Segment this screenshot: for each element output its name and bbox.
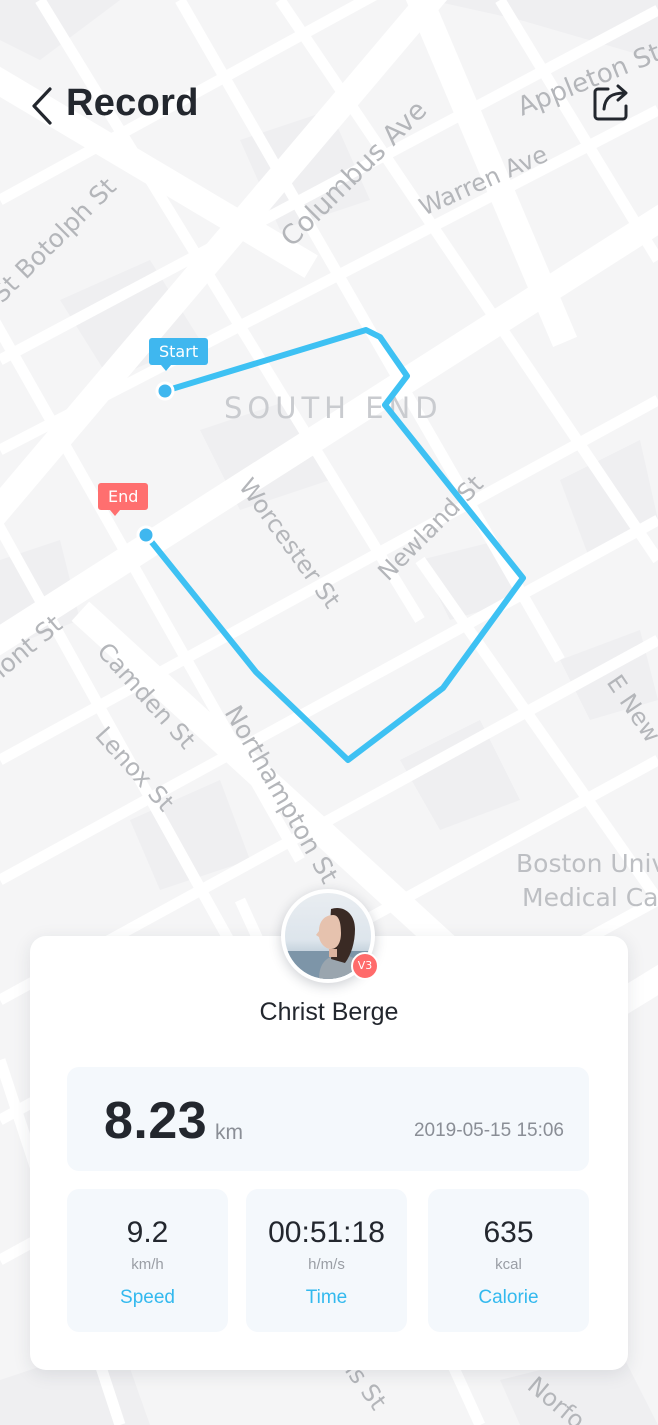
end-point <box>136 525 156 545</box>
user-name: Christ Berge <box>259 998 399 1026</box>
top-bar: Record <box>0 0 658 210</box>
stat-label: Calorie <box>478 1287 539 1308</box>
stat-value: 9.2 <box>126 1216 169 1249</box>
distance-value: 8.23 <box>104 1092 208 1150</box>
stat-unit: h/m/s <box>308 1256 345 1273</box>
stat-time: 00:51:18 h/m/s Time <box>246 1189 407 1332</box>
distance-unit: km <box>215 1121 243 1144</box>
stat-value: 635 <box>483 1216 534 1249</box>
back-button[interactable] <box>22 84 62 128</box>
stat-speed: 9.2 km/h Speed <box>67 1189 228 1332</box>
place-label: Boston Univ <box>516 849 658 878</box>
district-label: SOUTH END <box>224 391 443 425</box>
place-label: Medical Ca <box>522 883 658 912</box>
level-badge: V3 <box>351 952 379 980</box>
chevron-left-icon <box>32 87 52 125</box>
share-icon <box>593 84 628 121</box>
share-button[interactable] <box>588 78 636 126</box>
stat-unit: km/h <box>131 1256 164 1273</box>
start-point <box>155 381 175 401</box>
record-datetime: 2019-05-15 15:06 <box>413 1120 564 1141</box>
start-marker: Start <box>149 338 209 371</box>
stat-unit: kcal <box>495 1256 522 1273</box>
street-label: Worcester St <box>233 473 346 613</box>
stat-calorie: 635 kcal Calorie <box>428 1189 589 1332</box>
stat-label: Time <box>305 1287 348 1308</box>
stat-value: 00:51:18 <box>268 1216 385 1249</box>
end-marker: End <box>98 483 149 516</box>
page-title: Record <box>66 82 199 124</box>
stat-label: Speed <box>120 1287 175 1308</box>
distance-panel: 8.23 km 2019-05-15 15:06 <box>67 1067 589 1171</box>
